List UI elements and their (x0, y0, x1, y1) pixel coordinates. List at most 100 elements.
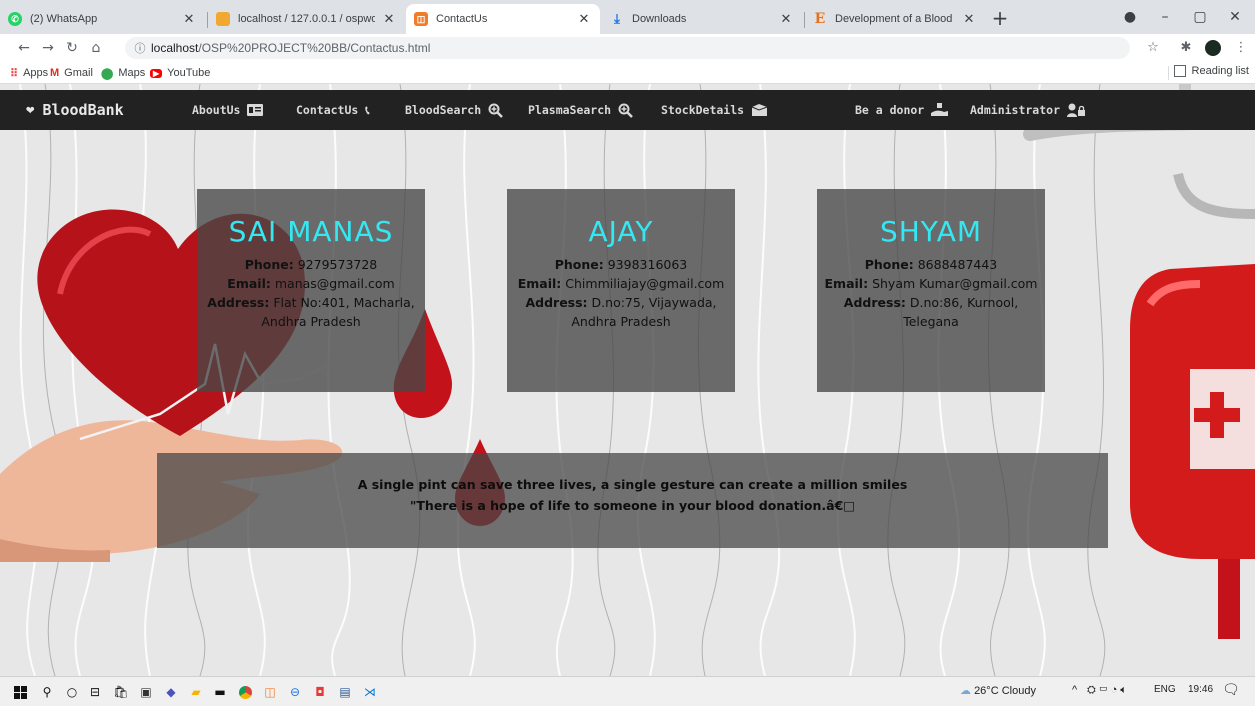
vscode-icon[interactable]: ⋊ (360, 682, 380, 702)
search-plus-icon (618, 103, 633, 118)
contact-card-shyam: SHYAM Phone: 8688487443 Email: Shyam Kum… (817, 189, 1045, 392)
tab-downloads[interactable]: ⤓ Downloads ✕ (602, 4, 802, 34)
url-text: localhost/OSP%20PROJECT%20BB/Contactus.h… (151, 41, 431, 55)
download-icon: ⤓ (614, 11, 620, 26)
browser-tab-strip: ✆ (2) WhatsApp ✕ localhost / 127.0.0.1 /… (0, 0, 1255, 34)
contact-email: Email: Shyam Kumar@gmail.com (824, 276, 1038, 291)
tab-blood-bank-doc[interactable]: E Development of a Blood Bank M ✕ (805, 4, 985, 34)
close-icon[interactable]: ✕ (181, 11, 197, 27)
contact-address: Address: Flat No:401, Macharla, Andhra P… (207, 295, 415, 329)
nav-be-a-donor[interactable]: Be a donor (855, 90, 949, 130)
new-tab-button[interactable]: + (988, 6, 1012, 30)
forward-button[interactable]: → (38, 38, 58, 58)
nav-aboutus[interactable]: AboutUs (192, 90, 264, 130)
nav-plasmasearch[interactable]: PlasmaSearch (528, 90, 633, 130)
extensions-icon[interactable]: ✱ (1176, 38, 1196, 58)
shield-icon[interactable]: ◘ (310, 682, 330, 702)
tab-title: Downloads (632, 13, 687, 25)
tab-phpmyadmin[interactable]: localhost / 127.0.0.1 / ospworks / ✕ (208, 4, 405, 34)
nav-bloodsearch[interactable]: BloodSearch (405, 90, 504, 130)
e-icon: E (814, 11, 826, 27)
page-icon: ◫ (414, 12, 428, 26)
maps-pin-icon: ⬤ (101, 67, 114, 80)
weather-widget[interactable]: ☁ 26°C Cloudy (960, 684, 1036, 697)
contact-name: SAI MANAS (228, 215, 394, 248)
heartbeat-icon: ❤ (26, 102, 35, 118)
teams-icon[interactable]: ◆ (161, 682, 181, 702)
bookmark-gmail[interactable]: M Gmail (50, 65, 93, 81)
file-explorer-icon[interactable]: ▰ (186, 682, 206, 702)
tab-contactus[interactable]: ◫ ContactUs ✕ (406, 4, 600, 34)
more-menu-icon[interactable]: ⋮ (1231, 38, 1251, 58)
contact-email: Email: Chimmiliajay@gmail.com (517, 276, 725, 291)
contact-address: Address: D.no:86, Kurnool, Telegana (843, 295, 1019, 329)
reading-list-icon (1173, 65, 1186, 77)
chrome-icon[interactable] (235, 682, 255, 702)
phone-icon: 📞︎ (365, 102, 370, 117)
close-icon[interactable]: ✕ (576, 11, 592, 27)
store-icon[interactable]: 🛍︎ (111, 682, 131, 702)
contact-phone: Phone: 9279573728 (244, 257, 378, 272)
address-bar[interactable]: ⓘ localhost/OSP%20PROJECT%20BB/Contactus… (125, 37, 1130, 59)
nav-contactus[interactable]: ContactUs 📞︎ (296, 90, 369, 130)
windows-taskbar: ⚲ ○ ⊟ 🛍︎ ▣ ◆ ▰ ▬ ◫ ⊖ ◘ ▤ ⋊ ☁ 26°C Cloudy… (0, 676, 1255, 706)
tray-icons[interactable]: ⛭ ▭ ◔ 🔈︎ (1087, 684, 1127, 697)
close-icon[interactable]: ✕ (778, 11, 794, 27)
hand-holding-icon (931, 103, 949, 117)
nav-stockdetails[interactable]: StockDetails (661, 90, 768, 130)
word-icon[interactable]: ▤ (335, 682, 355, 702)
clock[interactable]: 19:46 (1188, 684, 1213, 695)
home-button[interactable]: ⌂ (86, 38, 106, 58)
close-icon[interactable]: ✕ (961, 11, 977, 27)
tab-title: ContactUs (436, 13, 488, 25)
user-lock-icon (1067, 103, 1086, 117)
quote-line-1: A single pint can save three lives, a si… (357, 477, 908, 492)
bookmark-maps[interactable]: ⬤ Maps (101, 65, 145, 81)
box-open-icon (751, 103, 768, 117)
close-icon[interactable]: ✕ (381, 11, 397, 27)
bookmarks-bar: ⠿ Apps M Gmail ⬤ Maps ▶ YouTube Reading … (0, 62, 1255, 84)
info-icon[interactable]: ⓘ (129, 40, 151, 56)
minimize-button[interactable]: – (1150, 6, 1180, 28)
tray-chevron-icon[interactable]: ^ (1072, 684, 1077, 696)
quote-banner: A single pint can save three lives, a si… (157, 453, 1108, 548)
close-window-button[interactable]: ✕ (1220, 6, 1250, 28)
reload-button[interactable]: ↻ (62, 38, 82, 58)
web-page: ❤ BloodBank AboutUs ContactUs 📞︎ BloodSe… (0, 84, 1255, 676)
bookmark-youtube[interactable]: ▶ YouTube (150, 65, 210, 81)
sublime-icon[interactable]: ◫ (260, 682, 280, 702)
tab-title: localhost / 127.0.0.1 / ospworks / (238, 13, 375, 25)
apps-grid-icon: ⠿ (10, 67, 19, 80)
task-view-icon[interactable]: ⊟ (85, 682, 105, 702)
quote-line-2: "There is a hope of life to someone in y… (409, 498, 856, 513)
cloud-icon: ☁ (960, 685, 971, 697)
tab-whatsapp[interactable]: ✆ (2) WhatsApp ✕ (0, 4, 205, 34)
notification-icon[interactable]: 🗨︎ (1222, 681, 1240, 698)
tab-title: Development of a Blood Bank M (835, 13, 955, 25)
contact-email: Email: manas@gmail.com (227, 276, 395, 291)
bookmark-apps[interactable]: ⠿ Apps (10, 65, 48, 81)
star-icon[interactable]: ☆ (1143, 38, 1163, 58)
terminal-icon[interactable]: ▬ (210, 682, 230, 702)
windows-start-icon[interactable] (10, 682, 30, 702)
browser-toolbar: ← → ↻ ⌂ ⓘ localhost/OSP%20PROJECT%20BB/C… (0, 34, 1255, 62)
calculator-icon[interactable]: ⊖ (285, 682, 305, 702)
contact-card-sai-manas: SAI MANAS Phone: 9279573728 Email: manas… (197, 189, 425, 392)
id-card-icon (247, 104, 264, 116)
nav-administrator[interactable]: Administrator (970, 90, 1086, 130)
maximize-button[interactable]: ▢ (1185, 6, 1215, 28)
search-plus-icon (488, 103, 504, 118)
cortana-icon[interactable]: ○ (62, 682, 82, 702)
chrome-menu-icon[interactable]: ● (1115, 6, 1145, 28)
contact-card-ajay: AJAY Phone: 9398316063 Email: Chimmiliaj… (507, 189, 735, 392)
app-icon[interactable]: ▣ (136, 682, 156, 702)
search-icon[interactable]: ⚲ (37, 682, 57, 702)
phpmyadmin-icon (216, 12, 230, 26)
contact-name: SHYAM (879, 215, 983, 248)
avatar[interactable] (1203, 38, 1223, 58)
brand-link[interactable]: ❤ BloodBank (26, 90, 124, 130)
reading-list-button[interactable]: Reading list (1173, 65, 1249, 77)
contact-address: Address: D.no:75, Vijaywada, Andhra Prad… (525, 295, 717, 329)
language-indicator[interactable]: ENG (1154, 684, 1176, 695)
back-button[interactable]: ← (14, 38, 34, 58)
